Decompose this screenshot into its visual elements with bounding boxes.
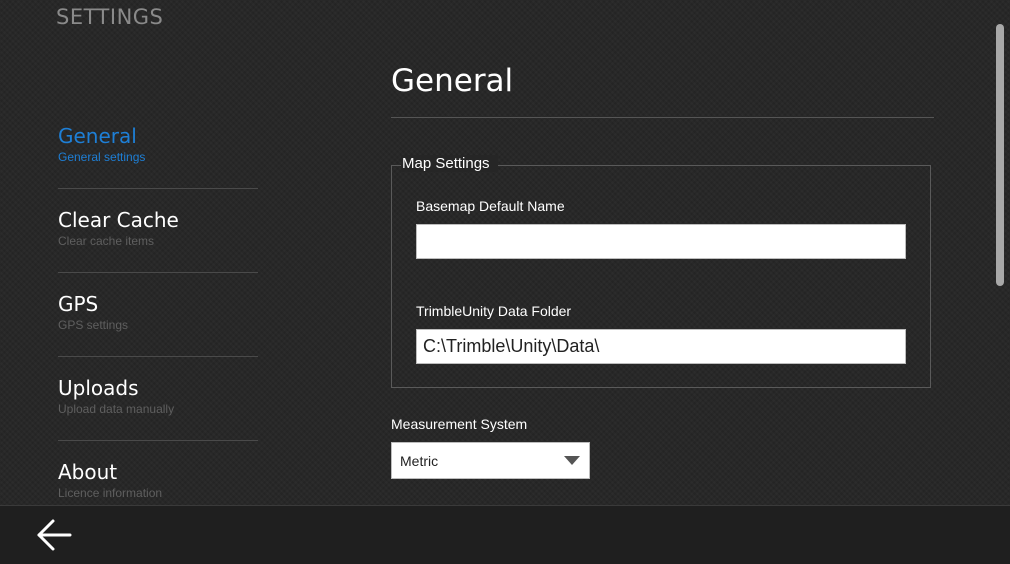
nav-item-label: General (58, 124, 137, 148)
nav-item-description: Upload data manually (58, 402, 175, 416)
nav-divider (58, 356, 258, 357)
nav-item-label: Uploads (58, 376, 139, 400)
map-settings-legend: Map Settings (401, 155, 498, 172)
page-title: General (391, 63, 514, 99)
nav-item-description: Clear cache items (58, 234, 155, 248)
nav-item-uploads[interactable]: Uploads Upload data manually (58, 376, 258, 460)
measurement-system-label: Measurement System (391, 416, 528, 432)
title-divider (391, 117, 934, 118)
nav-item-general[interactable]: General General settings (58, 124, 258, 208)
back-button[interactable] (30, 514, 76, 556)
settings-nav: General General settings Clear Cache Cle… (58, 124, 258, 544)
arrow-left-icon (37, 519, 72, 551)
basemap-default-name-input[interactable] (416, 224, 906, 259)
bottom-app-bar (0, 505, 1010, 564)
app-title: SETTINGS (56, 5, 164, 29)
nav-item-label: About (58, 460, 118, 484)
nav-divider (58, 440, 258, 441)
measurement-system-value: Metric (400, 453, 439, 469)
basemap-default-name-label: Basemap Default Name (416, 198, 565, 214)
nav-item-label: Clear Cache (58, 208, 179, 232)
nav-item-label: GPS (58, 292, 99, 316)
vertical-scrollbar[interactable] (996, 24, 1004, 286)
nav-divider (58, 272, 258, 273)
chevron-down-icon (564, 456, 580, 465)
nav-item-description: General settings (58, 150, 146, 164)
nav-item-description: GPS settings (58, 318, 129, 332)
nav-item-clear-cache[interactable]: Clear Cache Clear cache items (58, 208, 258, 292)
measurement-system-select[interactable]: Metric (391, 442, 590, 479)
nav-divider (58, 188, 258, 189)
nav-item-gps[interactable]: GPS GPS settings (58, 292, 258, 376)
data-folder-input[interactable] (416, 329, 906, 364)
nav-item-description: Licence information (58, 486, 163, 500)
data-folder-label: TrimbleUnity Data Folder (416, 303, 572, 319)
